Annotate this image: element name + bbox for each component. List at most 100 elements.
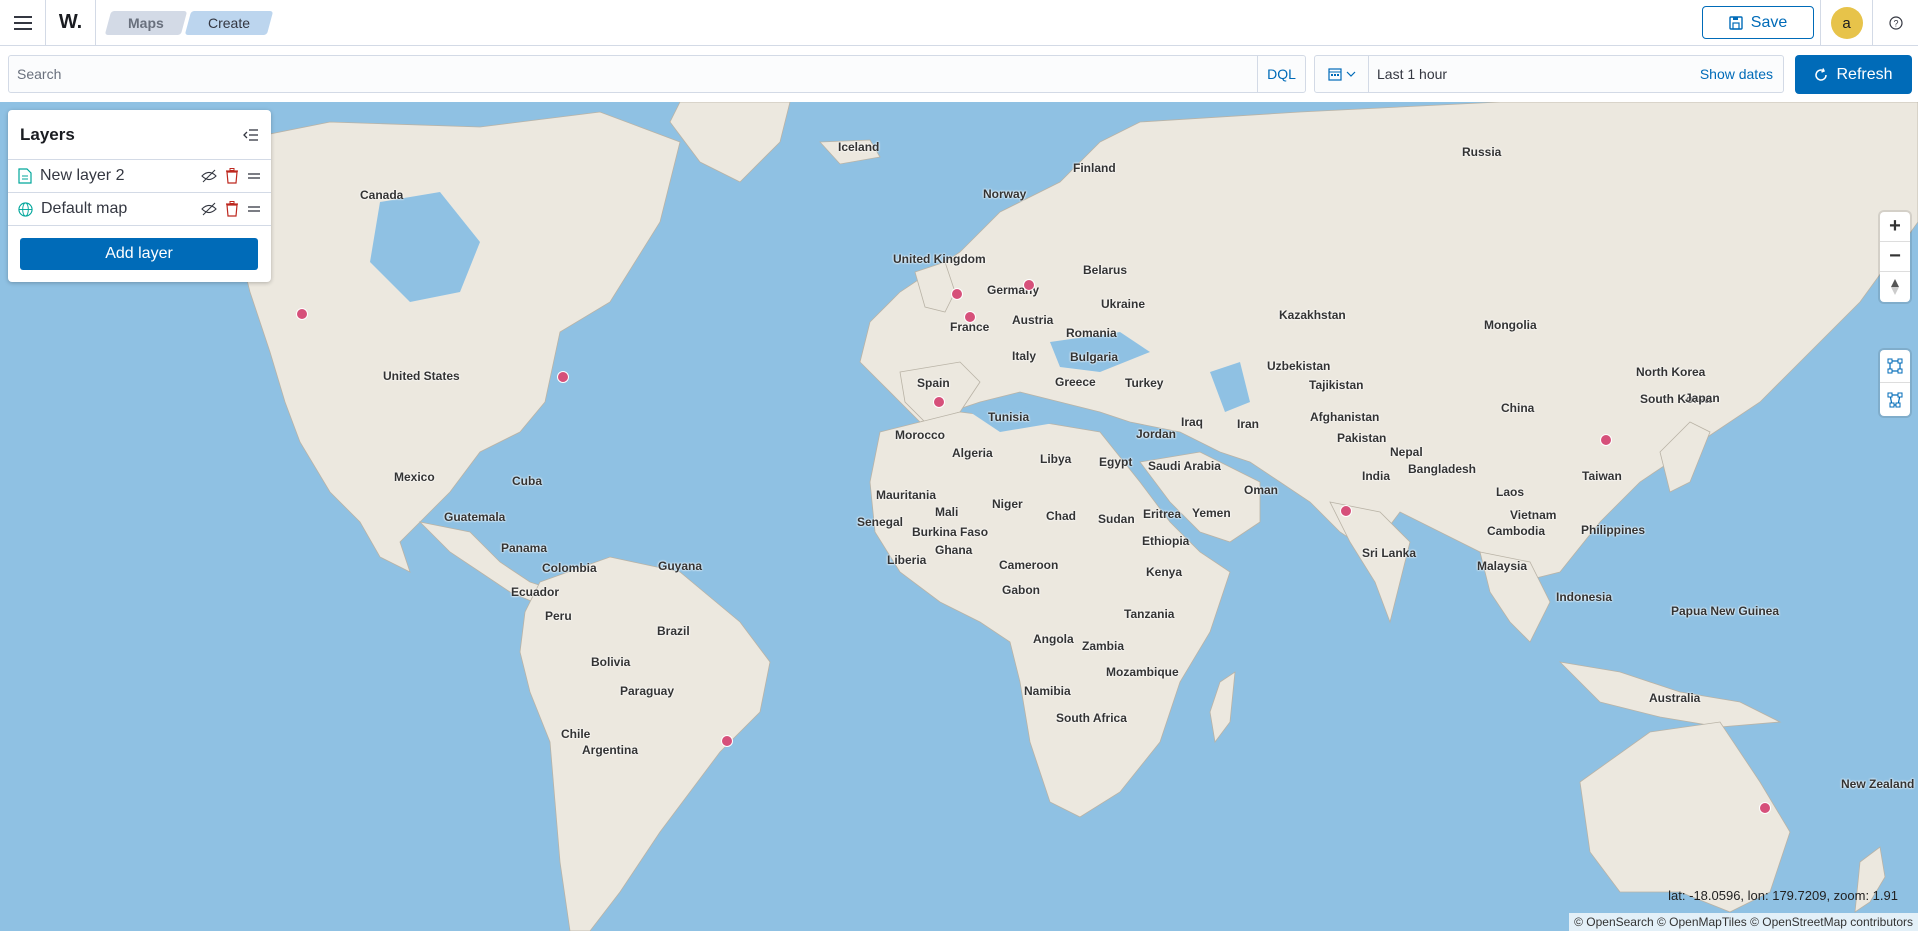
show-dates-link[interactable]: Show dates [1700, 66, 1783, 82]
map-point[interactable] [1759, 802, 1771, 814]
map-point[interactable] [557, 371, 569, 383]
map-label: Angola [1033, 632, 1074, 646]
map-label: Malaysia [1477, 559, 1528, 573]
map-label: Guatemala [444, 510, 506, 524]
map-label: Belarus [1083, 263, 1128, 277]
collapse-panel-icon[interactable] [243, 128, 259, 141]
breadcrumb-maps[interactable]: Maps [104, 10, 188, 35]
map-label: Iran [1237, 417, 1260, 431]
map-label: Ukraine [1101, 297, 1146, 311]
query-language-button[interactable]: DQL [1257, 56, 1305, 92]
draw-polygon-button[interactable] [1880, 383, 1910, 416]
query-bar: DQL Last 1 hour Show dates Refresh [0, 46, 1918, 102]
eye-closed-icon[interactable] [201, 202, 217, 216]
map-label: Uzbekistan [1267, 359, 1331, 373]
map-label: Canada [360, 188, 404, 202]
coordinates-readout: lat: -18.0596, lon: 179.7209, zoom: 1.91 [1668, 888, 1898, 903]
map-label: China [1501, 401, 1535, 415]
quick-select-button[interactable] [1315, 56, 1369, 92]
app-logo[interactable]: W. [46, 0, 96, 46]
map-label: Zambia [1082, 639, 1125, 653]
map-label: Iceland [838, 140, 880, 154]
map-label: Colombia [542, 561, 597, 575]
map-label: Iraq [1181, 415, 1204, 429]
avatar[interactable]: a [1830, 7, 1863, 39]
map-point[interactable] [951, 288, 963, 300]
layer-name[interactable]: Default map [41, 200, 201, 218]
map-point[interactable] [296, 308, 308, 320]
zoom-out-button[interactable]: − [1880, 242, 1910, 272]
map-label: North Korea [1636, 365, 1706, 379]
chevron-down-icon [1346, 71, 1355, 77]
map-label: Philippines [1581, 523, 1646, 537]
map-label: Bolivia [591, 655, 631, 669]
map-label: Mozambique [1106, 665, 1179, 679]
map-label: Algeria [952, 446, 993, 460]
compass-button[interactable] [1880, 272, 1910, 302]
map-label: Saudi Arabia [1148, 459, 1221, 473]
map-label: Chad [1046, 509, 1076, 523]
map-label: Papua New Guinea [1671, 604, 1780, 618]
breadcrumb-create[interactable]: Create [184, 10, 274, 35]
draw-rectangle-button[interactable] [1880, 350, 1910, 383]
map-attribution[interactable]: © OpenSearch © OpenMapTiles © OpenStreet… [1569, 913, 1918, 931]
map-label: Tunisia [988, 410, 1030, 424]
map-canvas[interactable]: Iceland Russia Finland Norway Canada United K… [0, 102, 1918, 931]
save-button[interactable]: Save [1702, 6, 1814, 39]
map-label: Afghanistan [1310, 410, 1380, 424]
map-label: Argentina [582, 743, 639, 757]
map-point[interactable] [964, 311, 976, 323]
map-label: Sudan [1098, 512, 1135, 526]
map-label: Gabon [1002, 583, 1040, 597]
map-label: Oman [1244, 483, 1279, 497]
save-label: Save [1750, 13, 1788, 31]
map-label: Ethiopia [1142, 534, 1190, 548]
refresh-button[interactable]: Refresh [1795, 55, 1912, 94]
help-icon: ? [1888, 16, 1903, 30]
map-label: Spain [917, 376, 950, 390]
map-label: Bangladesh [1408, 462, 1477, 476]
eye-closed-icon[interactable] [201, 169, 217, 183]
map-label: Mali [935, 505, 959, 519]
top-nav-bar: W. Maps Create Save a ? [0, 0, 1918, 46]
layer-row-default-map[interactable]: Default map [8, 193, 271, 226]
navigation-control: + − [1880, 212, 1910, 302]
trash-icon[interactable] [225, 168, 239, 184]
map-label: Cuba [512, 474, 542, 488]
map-label: Peru [545, 609, 572, 623]
add-layer-button[interactable]: Add layer [20, 238, 258, 270]
zoom-in-button[interactable]: + [1880, 212, 1910, 242]
map-label: Libya [1040, 452, 1072, 466]
search-input[interactable] [9, 56, 1257, 92]
map-point[interactable] [1023, 279, 1035, 291]
map-point[interactable] [933, 396, 945, 408]
map-label: Norway [983, 187, 1027, 201]
map-label: Laos [1496, 485, 1525, 499]
map-point[interactable] [721, 735, 733, 747]
document-icon [18, 168, 32, 184]
map-label: Yemen [1192, 506, 1231, 520]
map-label: Indonesia [1556, 590, 1613, 604]
map-label: Bulgaria [1070, 350, 1119, 364]
date-range-text[interactable]: Last 1 hour [1369, 66, 1700, 82]
map-point[interactable] [1340, 505, 1352, 517]
map-label: Panama [501, 541, 548, 555]
map-label: Greece [1055, 375, 1096, 389]
map-label: Ghana [935, 543, 973, 557]
menu-button[interactable] [0, 0, 46, 46]
layers-panel: Layers New layer 2 Default map Add layer [8, 110, 271, 282]
map-label: Brazil [657, 624, 690, 638]
layer-name[interactable]: New layer 2 [40, 167, 201, 185]
drag-handle-icon[interactable] [247, 204, 261, 214]
map-label: Chile [561, 727, 591, 741]
trash-icon[interactable] [225, 201, 239, 217]
map-point[interactable] [1600, 434, 1612, 446]
map-label: South Africa [1056, 711, 1127, 725]
layers-title: Layers [20, 124, 75, 144]
map-label: Ecuador [511, 585, 560, 599]
drag-handle-icon[interactable] [247, 171, 261, 181]
layer-row-new-layer-2[interactable]: New layer 2 [8, 160, 271, 193]
map-label: Russia [1462, 145, 1502, 159]
help-button[interactable]: ? [1872, 0, 1918, 46]
draw-controls [1880, 350, 1910, 416]
